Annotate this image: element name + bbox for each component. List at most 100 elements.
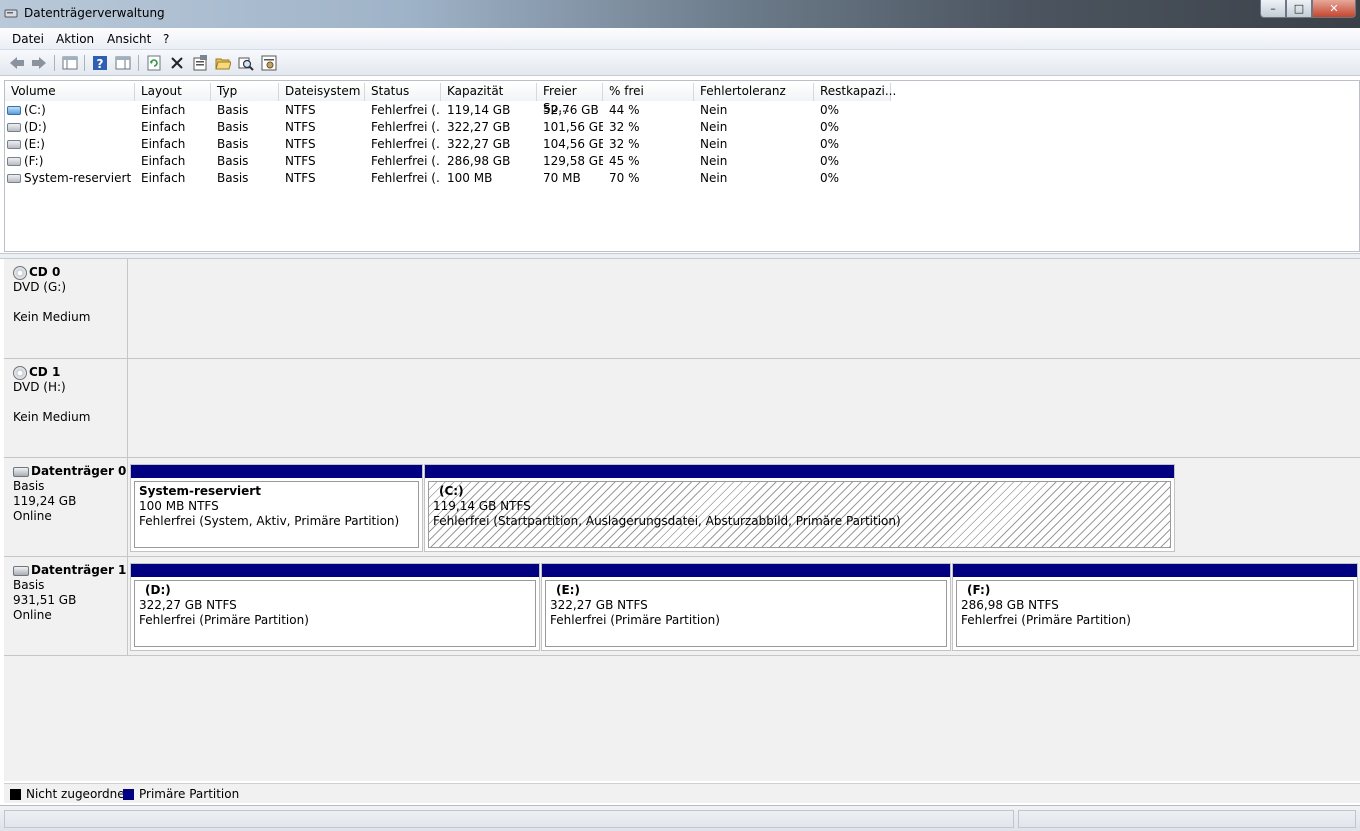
menu-aktion[interactable]: Aktion bbox=[56, 32, 94, 46]
menu-help[interactable]: ? bbox=[163, 32, 169, 46]
disk-cd0[interactable]: CD 0 DVD (G:) Kein Medium bbox=[4, 259, 1360, 359]
disk-name: CD 0 bbox=[29, 265, 61, 279]
disk-label[interactable]: Datenträger 1 Basis 931,51 GB Online bbox=[4, 557, 128, 655]
column-header[interactable]: Restkapazi... bbox=[814, 83, 896, 101]
disk-type: Basis bbox=[13, 578, 45, 592]
cell: 0% bbox=[820, 120, 840, 134]
cell-volume: System-reserviert bbox=[7, 171, 131, 185]
disk-name: Datenträger 0 bbox=[31, 464, 127, 478]
disk-1[interactable]: Datenträger 1 Basis 931,51 GB Online (D:… bbox=[4, 557, 1360, 656]
cell: 0% bbox=[820, 103, 840, 117]
show-pane-icon[interactable] bbox=[114, 54, 132, 72]
title-bar: Datenträgerverwaltung – □ ✕ bbox=[0, 0, 1360, 28]
volume-name: (E:) bbox=[24, 137, 45, 151]
back-icon[interactable] bbox=[8, 54, 26, 72]
disk-label[interactable]: CD 1 DVD (H:) Kein Medium bbox=[4, 359, 128, 457]
column-header[interactable]: Kapazität bbox=[441, 83, 537, 101]
column-header[interactable]: Layout bbox=[135, 83, 211, 101]
minimize-button[interactable]: – bbox=[1260, 0, 1286, 18]
partition-name: (E:) bbox=[556, 583, 580, 597]
column-header[interactable]: Dateisystem bbox=[279, 83, 365, 101]
open-icon[interactable] bbox=[214, 54, 232, 72]
partition-name: (C:) bbox=[439, 484, 464, 498]
partition-system-reserved[interactable]: System-reserviert 100 MB NTFS Fehlerfrei… bbox=[130, 464, 423, 552]
volume-row[interactable]: (E:) Einfach Basis NTFS Fehlerfrei (... 322,2… bbox=[5, 136, 1359, 153]
cell: 70 MB bbox=[543, 171, 581, 185]
cell: 100 MB bbox=[447, 171, 493, 185]
partition-e[interactable]: (E:) 322,27 GB NTFS Fehlerfrei (Primäre … bbox=[541, 563, 951, 651]
column-header[interactable]: Fehlertoleranz bbox=[694, 83, 814, 101]
cell: 70 % bbox=[609, 171, 640, 185]
window-title: Datenträgerverwaltung bbox=[24, 6, 165, 20]
console-tree-icon[interactable] bbox=[61, 54, 79, 72]
cell: 52,76 GB bbox=[543, 103, 599, 117]
disk-type: Basis bbox=[13, 479, 45, 493]
disk-status: Kein Medium bbox=[13, 310, 91, 324]
svg-text:?: ? bbox=[97, 57, 104, 71]
explore-icon[interactable] bbox=[237, 54, 255, 72]
partition-size: 286,98 GB NTFS bbox=[961, 598, 1059, 612]
menu-datei[interactable]: Datei bbox=[12, 32, 44, 46]
partition-size: 322,27 GB NTFS bbox=[139, 598, 237, 612]
volume-row[interactable]: (C:) Einfach Basis NTFS Fehlerfrei (... 119,1… bbox=[5, 102, 1359, 119]
column-header[interactable]: Typ bbox=[211, 83, 279, 101]
disk-type: DVD (G:) bbox=[13, 280, 66, 294]
volume-name: System-reserviert bbox=[24, 171, 131, 185]
disk-label[interactable]: Datenträger 0 Basis 119,24 GB Online bbox=[4, 458, 128, 556]
volume-icon bbox=[7, 140, 21, 149]
refresh-icon[interactable] bbox=[145, 54, 163, 72]
column-header[interactable]: Freier Sp... bbox=[537, 83, 603, 115]
cell: Nein bbox=[700, 103, 728, 117]
cell-volume: (C:) bbox=[7, 103, 131, 117]
column-header[interactable]: Volume bbox=[5, 83, 135, 101]
toolbar: ? bbox=[0, 50, 1360, 76]
settings-icon[interactable] bbox=[260, 54, 278, 72]
primary-partition-bar bbox=[131, 465, 422, 478]
cell: Basis bbox=[217, 120, 249, 134]
cell: 119,14 GB bbox=[447, 103, 511, 117]
cell: Fehlerfrei (... bbox=[371, 137, 441, 151]
cell: Einfach bbox=[141, 103, 186, 117]
disk-cd1[interactable]: CD 1 DVD (H:) Kein Medium bbox=[4, 359, 1360, 458]
cell: Basis bbox=[217, 154, 249, 168]
partition-c[interactable]: (C:) 119,14 GB NTFS Fehlerfrei (Startpar… bbox=[424, 464, 1175, 552]
cell: Nein bbox=[700, 120, 728, 134]
cell: 129,58 GB bbox=[543, 154, 603, 168]
properties-icon[interactable] bbox=[191, 54, 209, 72]
cell: 322,27 GB bbox=[447, 120, 511, 134]
forward-icon[interactable] bbox=[30, 54, 48, 72]
cell: Fehlerfrei (... bbox=[371, 154, 441, 168]
column-header[interactable]: % frei bbox=[603, 83, 694, 101]
primary-partition-bar bbox=[131, 564, 539, 577]
volume-row[interactable]: (D:) Einfach Basis NTFS Fehlerfrei (... 322,2… bbox=[5, 119, 1359, 136]
cell: Nein bbox=[700, 171, 728, 185]
partition-size: 322,27 GB NTFS bbox=[550, 598, 648, 612]
disk-name: Datenträger 1 bbox=[31, 563, 127, 577]
partition-d[interactable]: (D:) 322,27 GB NTFS Fehlerfrei (Primäre … bbox=[130, 563, 540, 651]
menu-ansicht[interactable]: Ansicht bbox=[107, 32, 151, 46]
primary-partition-bar bbox=[542, 564, 950, 577]
partition-f[interactable]: (F:) 286,98 GB NTFS Fehlerfrei (Primäre … bbox=[952, 563, 1358, 651]
partition-status: Fehlerfrei (Primäre Partition) bbox=[961, 613, 1131, 627]
partition-size: 119,14 GB NTFS bbox=[433, 499, 531, 513]
status-pane-main bbox=[4, 810, 1014, 828]
delete-icon[interactable] bbox=[168, 54, 186, 72]
volume-row[interactable]: (F:) Einfach Basis NTFS Fehlerfrei (... 286,9… bbox=[5, 153, 1359, 170]
cell: 101,56 GB bbox=[543, 120, 603, 134]
column-header[interactable]: Status bbox=[365, 83, 441, 101]
disk-label[interactable]: CD 0 DVD (G:) Kein Medium bbox=[4, 259, 128, 358]
volume-list[interactable]: Volume Layout Typ Dateisystem Status Kapazitä… bbox=[4, 80, 1360, 252]
disk-graphical-view: CD 0 DVD (G:) Kein Medium CD 1 DVD (H:) … bbox=[4, 259, 1360, 781]
cell: NTFS bbox=[285, 137, 316, 151]
cell: Basis bbox=[217, 171, 249, 185]
maximize-button[interactable]: □ bbox=[1286, 0, 1312, 18]
help-icon[interactable]: ? bbox=[91, 54, 109, 72]
close-button[interactable]: ✕ bbox=[1312, 0, 1356, 18]
legend-unallocated: Nicht zugeordnet bbox=[26, 787, 130, 801]
cell: NTFS bbox=[285, 171, 316, 185]
disk-0[interactable]: Datenträger 0 Basis 119,24 GB Online Sys… bbox=[4, 458, 1360, 557]
status-bar bbox=[0, 805, 1360, 831]
volume-row[interactable]: System-reserviert Einfach Basis NTFS Fehlerf… bbox=[5, 170, 1359, 187]
partition-status: Fehlerfrei (System, Aktiv, Primäre Parti… bbox=[139, 514, 400, 528]
legend-swatch-unallocated bbox=[10, 789, 21, 800]
